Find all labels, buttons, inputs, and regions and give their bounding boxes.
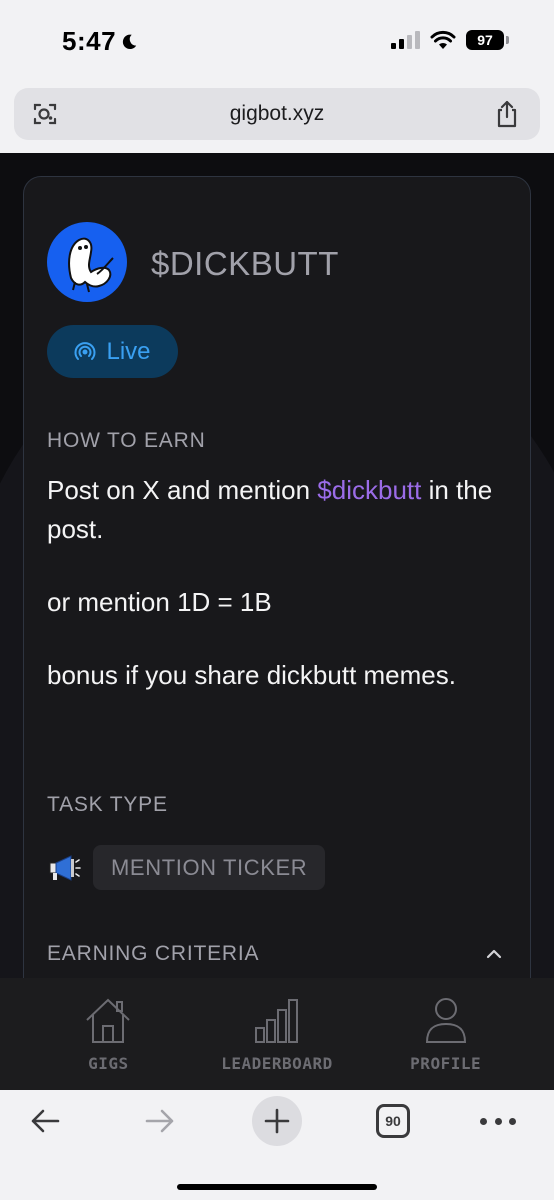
home-indicator [177, 1184, 377, 1190]
chevron-up-icon[interactable] [486, 949, 502, 959]
tabs-button[interactable]: 90 [376, 1104, 410, 1138]
token-avatar [47, 222, 127, 302]
nav-label-gigs: GIGS [88, 1053, 129, 1073]
status-badge: Live [47, 325, 178, 378]
bottom-nav: GIGS LEADERBOARD PROFILE [0, 978, 554, 1090]
instruction-alt-text: or mention 1D = 1B [47, 587, 272, 617]
home-icon [86, 998, 131, 1043]
earning-criteria-heading[interactable]: EARNING CRITERIA [47, 942, 259, 966]
url-text[interactable]: gigbot.xyz [14, 102, 540, 126]
page-content: $DICKBUTT Live HOW TO EARN Post on X and… [0, 153, 554, 978]
nav-label-leaderboard: LEADERBOARD [221, 1053, 333, 1073]
instruction-bonus-text: bonus if you share dickbutt memes. [47, 660, 456, 690]
clock: 5:47 [62, 26, 117, 56]
browser-toolbar: 90 [0, 1090, 554, 1200]
nav-item-gigs[interactable]: GIGS [33, 996, 183, 1073]
plus-icon [264, 1108, 290, 1134]
battery-icon: 97 [466, 30, 509, 50]
broadcast-icon [74, 341, 96, 360]
nav-item-leaderboard[interactable]: LEADERBOARD [202, 996, 352, 1073]
address-bar[interactable]: gigbot.xyz [14, 88, 540, 140]
task-type-heading: TASK TYPE [47, 793, 168, 816]
more-options-icon[interactable] [480, 1104, 516, 1138]
token-name: $DICKBUTT [151, 245, 339, 282]
task-type-chip: MENTION TICKER [93, 845, 326, 890]
instruction-text: Post on X and mention $dickbutt in the p… [47, 471, 507, 549]
share-icon[interactable] [494, 100, 520, 128]
status-bar: 5:47 97 [0, 0, 554, 80]
wifi-icon [430, 30, 456, 49]
cellular-signal-icon [391, 31, 420, 49]
new-tab-button[interactable] [252, 1096, 302, 1146]
bar-chart-icon [254, 998, 298, 1043]
instruction-prefix: Post on X and mention [47, 475, 318, 505]
back-arrow-icon[interactable] [28, 1104, 62, 1138]
forward-arrow-icon[interactable] [143, 1104, 177, 1138]
gig-card: $DICKBUTT Live HOW TO EARN Post on X and… [23, 176, 531, 978]
nav-label-profile: PROFILE [410, 1053, 482, 1073]
moon-icon [122, 34, 137, 49]
megaphone-icon [49, 854, 81, 881]
status-label: Live [106, 337, 151, 365]
dickbutt-logo-icon [68, 237, 114, 293]
user-icon [425, 997, 466, 1043]
status-time: 5:47 [62, 26, 138, 57]
how-to-earn-heading: HOW TO EARN [47, 429, 206, 452]
ticker-mention: $dickbutt [317, 475, 422, 505]
status-indicators: 97 [391, 30, 509, 50]
task-type-row: MENTION TICKER [47, 845, 326, 890]
nav-item-profile[interactable]: PROFILE [371, 996, 521, 1073]
